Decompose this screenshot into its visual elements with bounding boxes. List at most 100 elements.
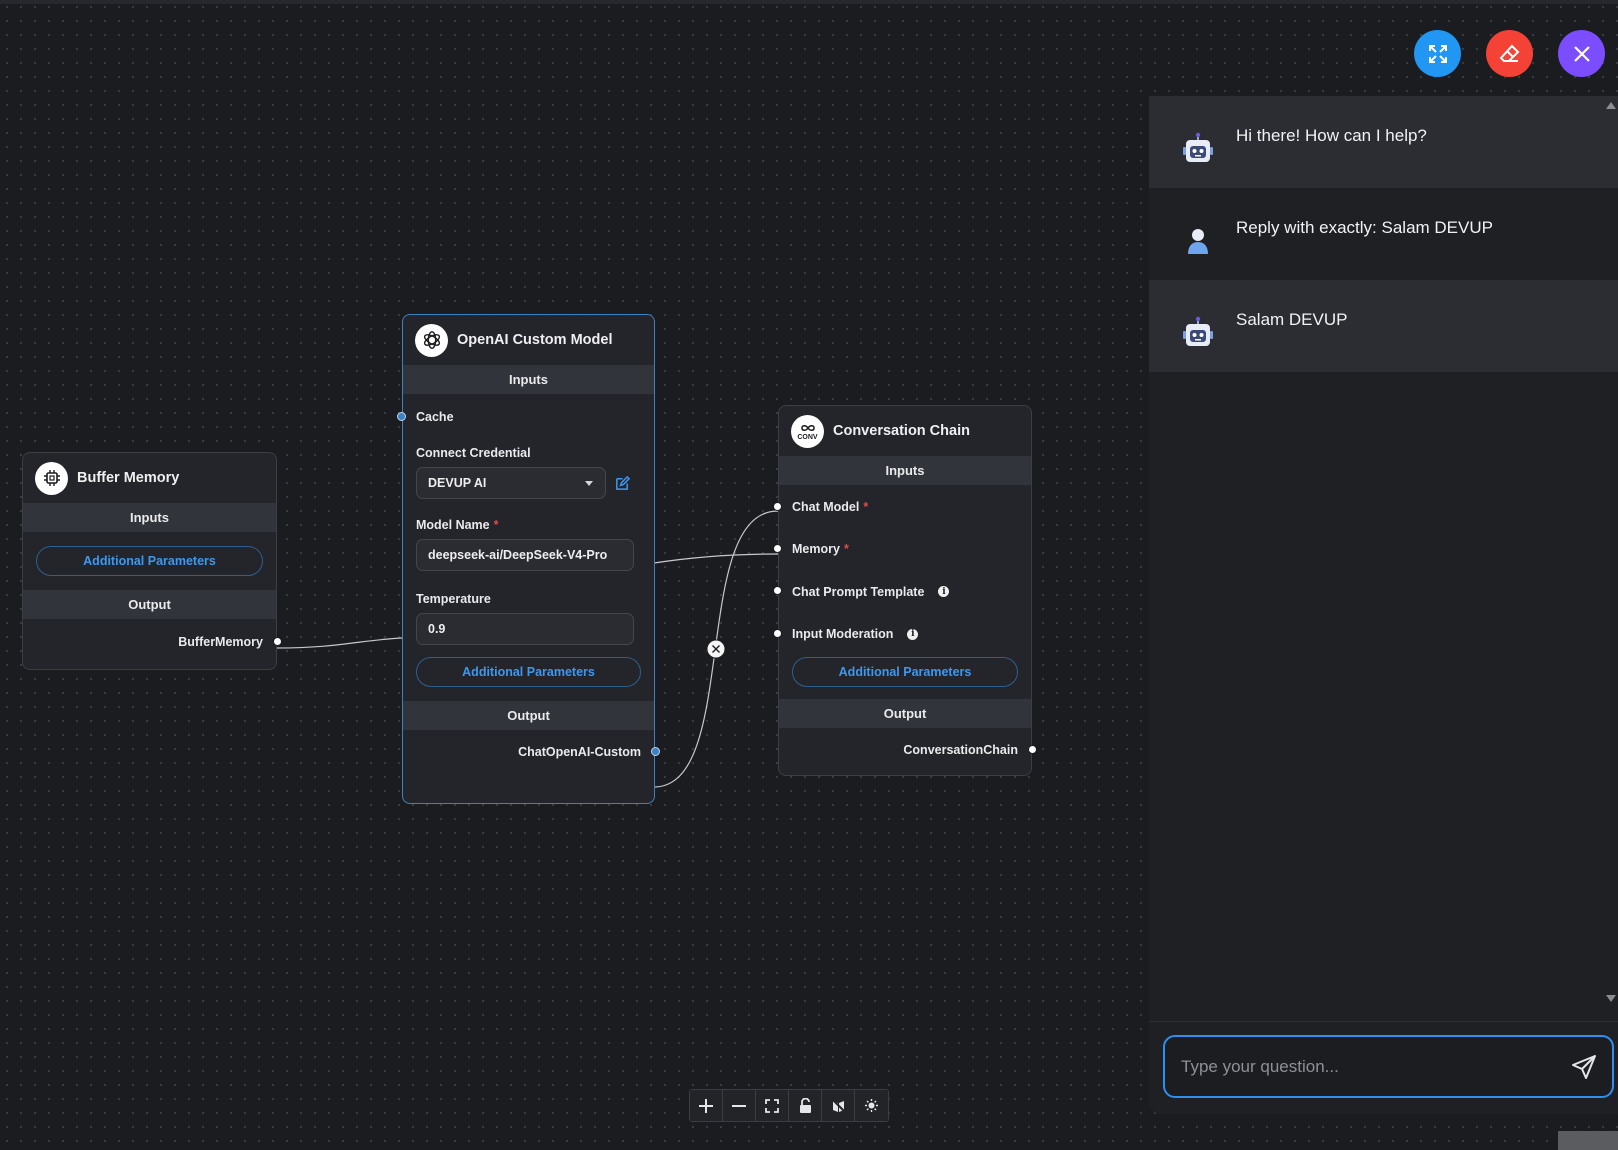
prompt-label: Chat Prompt Template xyxy=(792,584,925,599)
output-row: ConversationChain xyxy=(779,728,1037,772)
node-conversation-chain[interactable]: CONV Conversation Chain Inputs Chat Mode… xyxy=(773,405,1037,776)
eraser-icon xyxy=(1498,42,1522,66)
chip-icon xyxy=(35,461,68,495)
temperature-label: Temperature xyxy=(416,592,491,606)
chat-divider xyxy=(1149,1021,1618,1022)
cache-row: Cache xyxy=(397,394,654,440)
moderation-row: Input Moderation i xyxy=(773,613,1031,655)
message-text: Reply with exactly: Salam DEVUP xyxy=(1236,218,1493,237)
conv-icon-text: CONV xyxy=(797,433,818,441)
fit-view-icon xyxy=(765,1098,779,1113)
output-header: Output xyxy=(779,699,1031,728)
canvas-controls xyxy=(689,1089,889,1122)
node-title: OpenAI Custom Model xyxy=(457,332,613,348)
chevron-down-icon xyxy=(585,480,593,486)
additional-parameters-button[interactable]: Additional Parameters xyxy=(792,657,1018,687)
model-name-label: Model Name * xyxy=(403,518,654,532)
output-label: ConversationChain xyxy=(903,743,1018,757)
zoom-in-button[interactable] xyxy=(690,1090,723,1121)
moderation-handle[interactable] xyxy=(773,629,782,638)
expand-chat-button[interactable] xyxy=(1414,30,1461,77)
chat-model-row: Chat Model * xyxy=(773,486,1031,528)
user-avatar-icon xyxy=(1181,224,1215,264)
required-marker: * xyxy=(843,542,849,556)
info-icon[interactable]: i xyxy=(907,628,919,640)
scroll-up-icon[interactable] xyxy=(1606,102,1616,109)
close-chat-button[interactable] xyxy=(1558,30,1605,77)
node-title: Conversation Chain xyxy=(833,423,970,439)
send-icon[interactable] xyxy=(1570,1053,1598,1081)
zoom-out-icon xyxy=(731,1098,747,1114)
node-header: Buffer Memory xyxy=(23,453,276,503)
top-border xyxy=(0,0,1618,4)
cache-handle[interactable] xyxy=(397,412,406,421)
robot-avatar-icon xyxy=(1181,132,1215,172)
close-icon xyxy=(1571,43,1593,65)
output-label: BufferMemory xyxy=(178,635,263,649)
chat-message-bot: Hi there! How can I help? xyxy=(1149,96,1618,188)
clear-chat-button[interactable] xyxy=(1486,30,1533,77)
output-handle[interactable] xyxy=(273,637,282,646)
output-handle[interactable] xyxy=(1028,745,1037,754)
hide-button[interactable] xyxy=(822,1090,855,1121)
chat-input-box[interactable] xyxy=(1163,1035,1614,1098)
temperature-input[interactable]: 0.9 xyxy=(416,613,634,645)
output-handle[interactable] xyxy=(651,747,660,756)
zoom-out-button[interactable] xyxy=(723,1090,756,1121)
chat-message-user: Reply with exactly: Salam DEVUP xyxy=(1149,188,1618,280)
inputs-header: Inputs xyxy=(403,365,654,394)
openai-icon xyxy=(415,323,448,357)
expand-icon xyxy=(1426,42,1450,66)
memory-row: Memory * xyxy=(773,528,1031,570)
edge-delete-button[interactable] xyxy=(706,639,726,659)
node-buffer-memory[interactable]: Buffer Memory Inputs Additional Paramete… xyxy=(22,452,282,670)
node-header: CONV Conversation Chain xyxy=(779,406,1031,456)
node-openai-custom-model[interactable]: OpenAI Custom Model Inputs Cache Connect… xyxy=(397,314,660,804)
edge-buffermemory-memory[interactable] xyxy=(275,637,403,649)
zoom-in-icon xyxy=(698,1098,714,1114)
model-name-label-text: Model Name xyxy=(416,518,490,532)
corner-overlay xyxy=(1558,1131,1618,1150)
chat-model-handle[interactable] xyxy=(773,502,782,511)
required-marker: * xyxy=(863,500,869,514)
additional-parameters-button[interactable]: Additional Parameters xyxy=(36,546,263,576)
credential-label: Connect Credential xyxy=(416,446,531,460)
credential-select[interactable]: DEVUP AI xyxy=(416,467,606,499)
edit-icon[interactable] xyxy=(614,475,631,492)
temperature-value: 0.9 xyxy=(428,622,446,636)
chat-question-input[interactable] xyxy=(1181,1056,1570,1077)
conv-icon: CONV xyxy=(791,414,824,448)
robot-avatar-icon xyxy=(1181,316,1215,356)
lock-icon xyxy=(799,1098,812,1113)
output-label: ChatOpenAI-Custom xyxy=(518,745,641,759)
prompt-row: Chat Prompt Template i xyxy=(773,570,1031,613)
moderation-label: Input Moderation xyxy=(792,627,894,641)
edge-openai-to-memory[interactable] xyxy=(653,553,779,564)
chat-model-label: Chat Model xyxy=(792,500,860,514)
fit-view-button[interactable] xyxy=(756,1090,789,1121)
chat-panel: Hi there! How can I help? Reply with exa… xyxy=(1149,96,1618,1114)
credential-value: DEVUP AI xyxy=(428,476,487,490)
scroll-down-icon[interactable] xyxy=(1606,995,1616,1002)
node-header: OpenAI Custom Model xyxy=(403,315,654,365)
node-title: Buffer Memory xyxy=(77,470,180,486)
edge-chatopenai-chatmodel[interactable] xyxy=(653,510,779,788)
memory-handle[interactable] xyxy=(773,544,782,553)
inputs-header: Inputs xyxy=(23,503,276,532)
additional-parameters-button[interactable]: Additional Parameters xyxy=(416,657,641,687)
theme-button[interactable] xyxy=(855,1090,888,1121)
hide-icon xyxy=(830,1098,846,1113)
flow-canvas[interactable]: Buffer Memory Inputs Additional Paramete… xyxy=(0,0,1618,1150)
message-text: Hi there! How can I help? xyxy=(1236,126,1427,145)
lock-button[interactable] xyxy=(789,1090,822,1121)
model-name-value: deepseek-ai/DeepSeek-V4-Pro xyxy=(428,548,608,562)
model-name-input[interactable]: deepseek-ai/DeepSeek-V4-Pro xyxy=(416,539,634,571)
prompt-handle[interactable] xyxy=(773,586,782,595)
memory-label: Memory xyxy=(792,542,840,556)
cache-label: Cache xyxy=(416,410,454,424)
info-icon[interactable]: i xyxy=(938,586,950,597)
inputs-header: Inputs xyxy=(779,456,1031,485)
chat-message-bot: Salam DEVUP xyxy=(1149,280,1618,372)
required-marker: * xyxy=(493,518,499,532)
output-row: ChatOpenAI-Custom xyxy=(403,730,660,774)
